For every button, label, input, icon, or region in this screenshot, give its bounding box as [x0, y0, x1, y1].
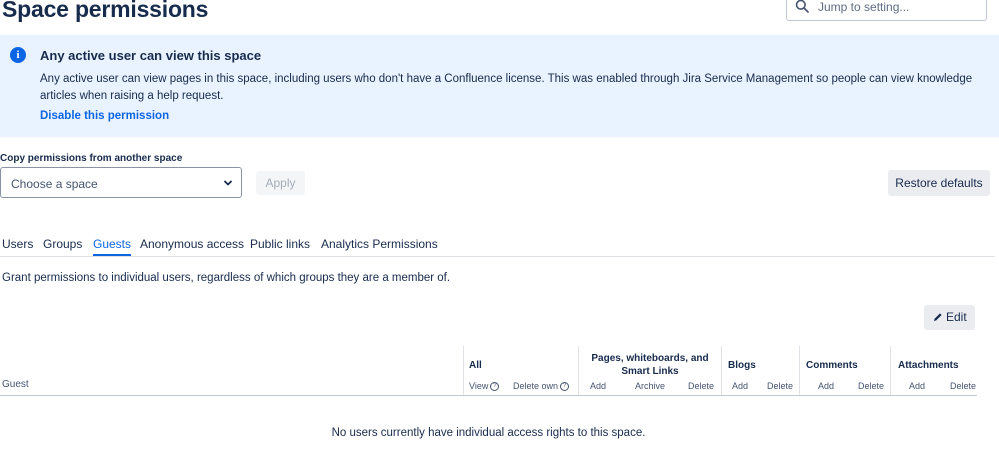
copy-permissions-label: Copy permissions from another space: [0, 153, 183, 164]
sub-view-label: View: [469, 381, 489, 391]
sub-blogs-add: Add: [732, 381, 749, 391]
info-banner: i Any active user can view this space An…: [0, 35, 999, 137]
permissions-table-header: Guest All Pages, whiteboards, and Smart …: [0, 346, 977, 396]
sub-pages-delete: Delete: [688, 381, 715, 391]
tab-users[interactable]: Users: [2, 237, 33, 255]
chevron-down-icon: [224, 180, 232, 186]
group-comments: Comments: [806, 360, 858, 371]
empty-state-message: No users currently have individual acces…: [331, 427, 646, 439]
sub-pages-add: Add: [590, 381, 607, 391]
restore-defaults-button[interactable]: Restore defaults: [888, 170, 990, 196]
banner-text: Any active user can view pages in this s…: [40, 73, 973, 102]
tab-groups[interactable]: Groups: [43, 237, 82, 255]
guest-column-header: Guest: [2, 379, 29, 390]
tab-guests[interactable]: Guests: [93, 237, 132, 256]
page-title: Space permissions: [2, 0, 209, 22]
apply-button[interactable]: Apply: [256, 171, 305, 195]
group-blogs: Blogs: [728, 360, 756, 371]
search-input[interactable]: [818, 0, 978, 16]
sub-attachments-add: Add: [909, 381, 926, 391]
edit-button[interactable]: Edit: [924, 305, 975, 330]
pencil-icon: [934, 313, 942, 321]
sub-delete-own: Delete own?: [513, 381, 570, 392]
tab-description: Grant permissions to individual users, r…: [2, 272, 451, 284]
tab-public-links[interactable]: Public links: [250, 237, 310, 255]
question-icon: ?: [560, 382, 570, 392]
group-pages: Pages, whiteboards, and Smart Links: [591, 353, 709, 377]
info-icon: i: [10, 47, 26, 63]
search-field[interactable]: [786, 0, 987, 21]
tab-analytics-permissions[interactable]: Analytics Permissions: [321, 237, 438, 255]
group-attachments: Attachments: [898, 360, 959, 371]
question-icon: ?: [490, 382, 500, 392]
group-all: All: [469, 360, 482, 371]
space-select-value: Choose a space: [11, 177, 98, 191]
sub-delete-own-label: Delete own: [513, 381, 559, 391]
edit-label: Edit: [946, 310, 967, 324]
sub-blogs-delete: Delete: [767, 381, 794, 391]
space-select[interactable]: Choose a space: [0, 167, 242, 198]
disable-permission-link[interactable]: Disable this permission: [40, 110, 169, 122]
search-icon: [795, 0, 809, 13]
sub-comments-add: Add: [818, 381, 835, 391]
sub-attachments-delete: Delete: [950, 381, 977, 391]
sub-view: View?: [469, 381, 500, 392]
permission-tabs: Users Groups Guests Anonymous access Pub…: [0, 237, 995, 257]
banner-title: Any active user can view this space: [40, 48, 262, 63]
sub-comments-delete: Delete: [858, 381, 885, 391]
sub-pages-archive: Archive: [635, 381, 666, 391]
tab-anonymous-access[interactable]: Anonymous access: [140, 237, 244, 255]
